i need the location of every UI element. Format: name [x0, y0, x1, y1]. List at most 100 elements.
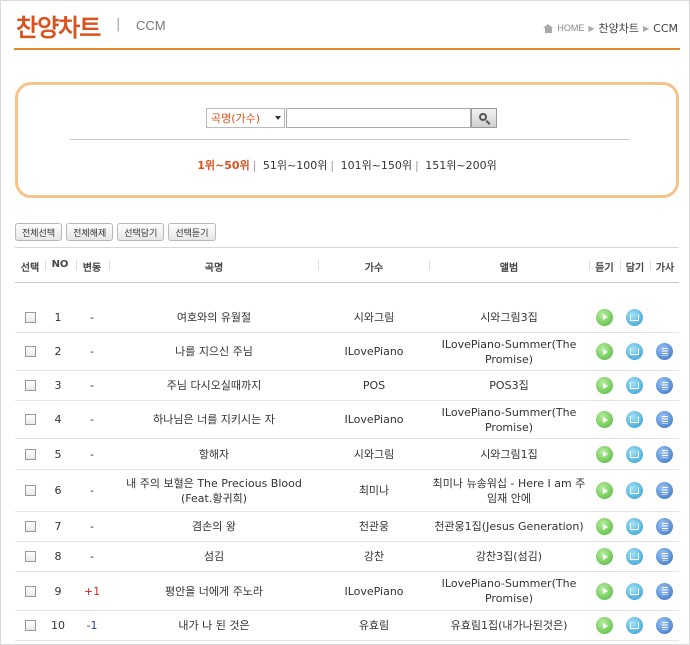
cell-select [15, 542, 45, 571]
search-input[interactable] [286, 108, 471, 128]
table-row: 7 - 겸손의 왕 천관웅 천관웅1집(Jesus Generation) [15, 512, 679, 542]
search-button[interactable] [471, 108, 497, 128]
row-title[interactable]: 내가 나 된 것은 [178, 618, 249, 633]
download-icon[interactable] [626, 377, 643, 394]
play-icon[interactable] [596, 548, 613, 565]
search-row: 곡명(가수) [206, 108, 497, 128]
cell-title: 내 주의 보혈은 The Precious Blood (Feat.황귀희) [110, 470, 318, 511]
download-icon[interactable] [626, 308, 643, 326]
play-icon[interactable] [596, 411, 613, 428]
row-title[interactable]: 겸손의 왕 [192, 519, 236, 534]
row-checkbox[interactable] [24, 620, 36, 631]
lyrics-icon[interactable] [656, 617, 673, 634]
cell-album: 천관웅1집(Jesus Generation) [430, 512, 588, 541]
cell-select [15, 302, 45, 332]
select-all-button[interactable]: 전체선택 [15, 223, 63, 241]
play-icon[interactable] [596, 617, 613, 634]
download-icon[interactable] [626, 617, 643, 634]
download-icon[interactable] [626, 411, 643, 428]
table-row: 10 -1 내가 나 된 것은 유효림 유효림1집(내가나된것은) [15, 611, 679, 641]
row-title[interactable]: 나를 지으신 주님 [175, 344, 253, 359]
save-selected-button[interactable]: 선택담기 [117, 223, 165, 241]
brand-title[interactable]: 찬양차트 [16, 8, 101, 43]
cell-title: 항해자 [110, 439, 318, 469]
download-icon[interactable] [626, 445, 643, 463]
search-type-select[interactable]: 곡명(가수) [206, 108, 285, 128]
download-icon[interactable] [626, 582, 643, 600]
cell-artist: 시와그림 [319, 302, 429, 332]
lyrics-icon[interactable] [656, 343, 673, 360]
table-row: 9 +1 평안을 너에게 주노라 ILovePiano ILovePiano-Summe… [15, 572, 679, 611]
range-link-4[interactable]: 151위~200위 [425, 159, 496, 172]
cell-change: -1 [75, 611, 109, 640]
download-icon[interactable] [626, 518, 643, 535]
row-no: 9 [54, 584, 62, 598]
lyrics-icon[interactable] [656, 548, 673, 565]
row-checkbox[interactable] [24, 585, 36, 597]
cell-lyrics [650, 512, 679, 541]
cell-change: - [75, 512, 109, 541]
row-checkbox[interactable] [24, 414, 36, 425]
row-change: -1 [86, 619, 98, 632]
download-icon[interactable] [626, 482, 643, 499]
lyrics-icon[interactable] [656, 482, 673, 499]
play-icon[interactable] [596, 445, 613, 463]
row-no: 3 [54, 379, 62, 392]
cell-save [620, 371, 649, 400]
cell-album: 시와그림3집 [430, 302, 588, 332]
search-panel: 곡명(가수) 1위~50위 | 51위~100위 | 101위~150위 | 151위… [15, 82, 679, 198]
row-title[interactable]: 항해자 [199, 447, 229, 462]
row-checkbox[interactable] [24, 448, 36, 460]
row-checkbox[interactable] [24, 551, 36, 562]
row-change: - [90, 484, 94, 497]
row-no: 8 [54, 550, 62, 563]
play-icon[interactable] [596, 518, 613, 535]
cell-lyrics [650, 302, 679, 332]
lyrics-icon[interactable] [656, 411, 673, 428]
cell-save [620, 333, 649, 370]
header-title: 곡명 [204, 263, 224, 274]
play-icon[interactable] [596, 308, 613, 326]
row-checkbox[interactable] [24, 485, 36, 496]
play-icon[interactable] [596, 377, 613, 394]
range-link-1[interactable]: 1위~50위 [197, 159, 249, 172]
lyrics-icon[interactable] [656, 582, 673, 600]
row-title[interactable]: 주님 다시오실때까지 [167, 378, 262, 393]
lyrics-icon[interactable] [656, 445, 673, 463]
row-checkbox[interactable] [24, 521, 36, 532]
row-title[interactable]: 여호와의 유월절 [177, 310, 251, 325]
play-icon[interactable] [596, 482, 613, 499]
download-icon[interactable] [626, 343, 643, 360]
range-link-2[interactable]: 51위~100위 [263, 159, 327, 172]
cell-change: - [75, 333, 109, 370]
row-title[interactable]: 내 주의 보혈은 The Precious Blood (Feat.황귀희) [110, 476, 318, 506]
table-row: 5 - 항해자 시와그림 시와그림1집 [15, 439, 679, 470]
breadcrumb-level2[interactable]: CCM [653, 22, 678, 35]
cell-select [15, 572, 45, 610]
range-link-3[interactable]: 101위~150위 [341, 159, 412, 172]
deselect-all-button[interactable]: 전체해제 [66, 223, 114, 241]
row-title[interactable]: 섬김 [204, 549, 224, 564]
play-icon[interactable] [596, 343, 613, 360]
cell-artist: ILovePiano [319, 401, 429, 438]
row-change: +1 [83, 584, 101, 598]
row-title[interactable]: 평안을 너에게 주노라 [165, 584, 263, 599]
cell-listen [590, 611, 619, 640]
play-icon[interactable] [596, 582, 613, 600]
cell-no: 2 [45, 333, 71, 370]
row-checkbox[interactable] [24, 346, 36, 357]
breadcrumb-level1[interactable]: 찬양차트 [599, 20, 639, 36]
breadcrumb-home[interactable]: HOME [543, 23, 584, 33]
row-title[interactable]: 하나님은 너를 지키시는 자 [153, 412, 275, 427]
row-checkbox[interactable] [24, 380, 36, 391]
download-icon[interactable] [626, 548, 643, 565]
row-checkbox[interactable] [24, 311, 36, 323]
header-select: 선택 [20, 263, 40, 274]
lyrics-icon[interactable] [656, 377, 673, 394]
lyrics-icon[interactable] [656, 518, 673, 535]
cell-title: 주님 다시오실때까지 [110, 371, 318, 400]
row-change: - [90, 447, 94, 461]
cell-save [620, 572, 649, 610]
header-save: 담기 [625, 263, 645, 274]
play-selected-button[interactable]: 선택듣기 [168, 223, 216, 241]
